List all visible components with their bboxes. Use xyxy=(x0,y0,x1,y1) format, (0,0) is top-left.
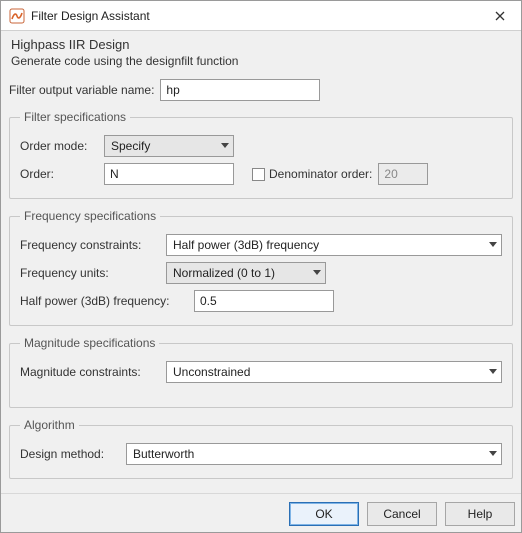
checkbox-box xyxy=(252,168,265,181)
freq-spec-legend: Frequency specifications xyxy=(20,209,160,223)
denominator-order-input xyxy=(378,163,428,185)
dialog-window: Filter Design Assistant Highpass IIR Des… xyxy=(0,0,522,533)
design-method-select[interactable]: Butterworth xyxy=(126,443,502,465)
dialog-content: Highpass IIR Design Generate code using … xyxy=(1,31,521,493)
mag-spec-group: Magnitude specifications Magnitude const… xyxy=(9,336,513,408)
freq-constraints-label: Frequency constraints: xyxy=(20,238,160,252)
output-var-input[interactable] xyxy=(160,79,320,101)
design-subtitle: Generate code using the designfilt funct… xyxy=(9,54,513,76)
design-method-label: Design method: xyxy=(20,447,120,461)
design-title: Highpass IIR Design xyxy=(9,35,513,54)
output-var-label: Filter output variable name: xyxy=(9,83,154,97)
hpf-label: Half power (3dB) frequency: xyxy=(20,294,188,308)
order-input[interactable] xyxy=(104,163,234,185)
order-mode-label: Order mode: xyxy=(20,139,98,153)
freq-units-value: Normalized (0 to 1) xyxy=(173,266,275,280)
denominator-order-label: Denominator order: xyxy=(269,167,372,181)
output-var-row: Filter output variable name: xyxy=(9,76,513,104)
mag-spec-legend: Magnitude specifications xyxy=(20,336,159,350)
order-label: Order: xyxy=(20,167,98,181)
window-title: Filter Design Assistant xyxy=(31,9,479,23)
help-button[interactable]: Help xyxy=(445,502,515,526)
freq-constraints-select[interactable]: Half power (3dB) frequency xyxy=(166,234,502,256)
ok-button[interactable]: OK xyxy=(289,502,359,526)
order-mode-value: Specify xyxy=(111,139,150,153)
design-method-value: Butterworth xyxy=(133,447,194,461)
chevron-down-icon xyxy=(221,143,229,149)
algo-legend: Algorithm xyxy=(20,418,79,432)
hpf-input[interactable] xyxy=(194,290,334,312)
mag-constraints-value: Unconstrained xyxy=(173,365,250,379)
freq-spec-group: Frequency specifications Frequency const… xyxy=(9,209,513,326)
close-button[interactable] xyxy=(479,1,521,31)
mag-constraints-label: Magnitude constraints: xyxy=(20,365,160,379)
order-mode-select[interactable]: Specify xyxy=(104,135,234,157)
filter-spec-group: Filter specifications Order mode: Specif… xyxy=(9,110,513,199)
chevron-down-icon xyxy=(313,270,321,276)
close-icon xyxy=(495,11,505,21)
filter-spec-legend: Filter specifications xyxy=(20,110,130,124)
chevron-down-icon xyxy=(489,369,497,375)
denominator-order-checkbox[interactable]: Denominator order: xyxy=(252,167,372,181)
app-icon xyxy=(9,8,25,24)
mag-constraints-select[interactable]: Unconstrained xyxy=(166,361,502,383)
freq-units-label: Frequency units: xyxy=(20,266,160,280)
chevron-down-icon xyxy=(489,242,497,248)
freq-constraints-value: Half power (3dB) frequency xyxy=(173,238,319,252)
titlebar: Filter Design Assistant xyxy=(1,1,521,31)
button-bar: OK Cancel Help xyxy=(1,493,521,532)
freq-units-select[interactable]: Normalized (0 to 1) xyxy=(166,262,326,284)
cancel-button[interactable]: Cancel xyxy=(367,502,437,526)
chevron-down-icon xyxy=(489,451,497,457)
algo-group: Algorithm Design method: Butterworth xyxy=(9,418,513,479)
